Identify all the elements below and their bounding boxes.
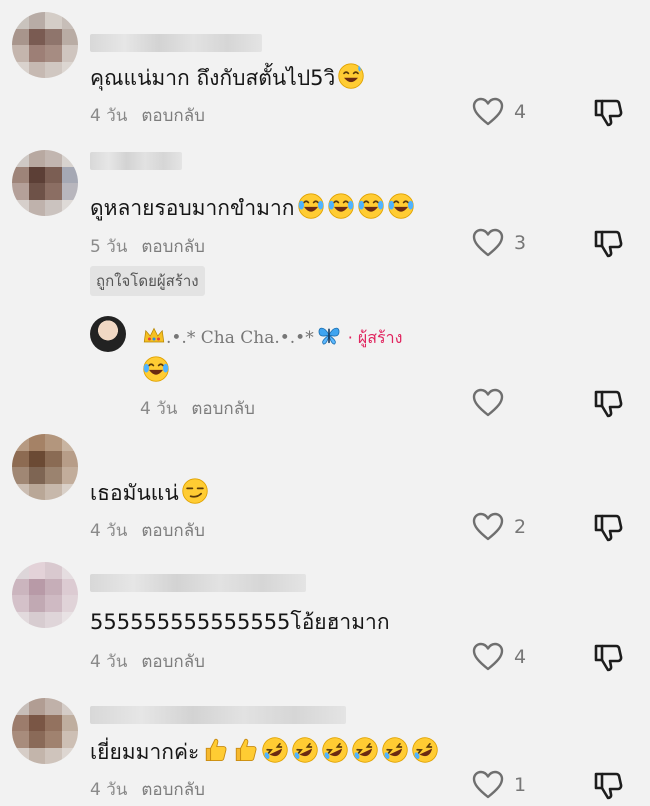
reply-button[interactable]: ตอบกลับ xyxy=(141,521,205,541)
thumbs-down-icon[interactable] xyxy=(592,769,624,801)
comment-meta: 4 วัน ตอบกลับ xyxy=(90,102,205,129)
comment-meta: 5 วัน ตอบกลับ xyxy=(90,233,205,260)
heart-icon[interactable] xyxy=(472,642,504,672)
like-button[interactable]: 1 xyxy=(472,770,526,800)
creator-reply-text xyxy=(140,355,170,383)
like-count: 4 xyxy=(514,646,527,668)
username-redacted xyxy=(90,34,262,52)
crown-emoji-icon xyxy=(142,324,166,348)
username-redacted xyxy=(90,152,182,170)
joy-emoji-icon xyxy=(297,192,325,220)
creator-label: · ผู้สร้าง xyxy=(347,328,403,347)
comment-time: 4 วัน xyxy=(90,652,128,672)
thumbs-down-icon[interactable] xyxy=(592,641,624,673)
rofl-emoji-icon xyxy=(291,736,319,764)
sweat-smile-emoji-icon xyxy=(337,62,365,90)
dislike-button[interactable] xyxy=(592,387,624,423)
rofl-emoji-icon xyxy=(261,736,289,764)
reply-button[interactable]: ตอบกลับ xyxy=(141,237,205,257)
avatar[interactable] xyxy=(12,12,78,78)
rofl-emoji-icon xyxy=(411,736,439,764)
comment-time: 5 วัน xyxy=(90,237,128,257)
comment-time: 4 วัน xyxy=(90,521,128,541)
comment-meta: 4 วัน ตอบกลับ xyxy=(90,517,205,544)
like-count: 4 xyxy=(514,101,527,123)
avatar[interactable] xyxy=(12,434,78,500)
liked-by-creator-badge: ถูกใจโดยผู้สร้าง xyxy=(90,266,205,296)
reply-button[interactable]: ตอบกลับ xyxy=(141,652,205,672)
avatar[interactable] xyxy=(12,150,78,216)
comment-text: เยี่ยมมากค่ะ xyxy=(90,736,439,769)
dislike-button[interactable] xyxy=(592,227,624,263)
heart-icon[interactable] xyxy=(472,228,504,258)
thumbs-down-icon[interactable] xyxy=(592,511,624,543)
heart-icon[interactable] xyxy=(472,97,504,127)
like-button[interactable]: 2 xyxy=(472,512,526,542)
thumbs-up-emoji-icon xyxy=(201,736,229,764)
comment-time: 4 วัน xyxy=(140,399,178,419)
like-button[interactable]: 4 xyxy=(472,642,526,672)
like-count: 2 xyxy=(514,516,527,538)
comment-meta: 4 วัน ตอบกลับ xyxy=(90,648,205,675)
rofl-emoji-icon xyxy=(351,736,379,764)
rofl-emoji-icon xyxy=(381,736,409,764)
comment-text: ดูหลายรอบมากขำมาก xyxy=(90,192,415,225)
creator-reply-meta: 4 วัน ตอบกลับ xyxy=(140,395,255,422)
creator-name[interactable]: .•.* Cha Cha.•.•* · ผู้สร้าง xyxy=(140,322,402,351)
avatar[interactable] xyxy=(12,562,78,628)
dislike-button[interactable] xyxy=(592,96,624,132)
like-button[interactable]: 4 xyxy=(472,97,526,127)
dislike-button[interactable] xyxy=(592,511,624,547)
heart-icon[interactable] xyxy=(472,388,504,418)
dislike-button[interactable] xyxy=(592,769,624,805)
creator-avatar[interactable] xyxy=(90,316,126,352)
reply-button[interactable]: ตอบกลับ xyxy=(191,399,255,419)
smirk-emoji-icon xyxy=(181,477,209,505)
butterfly-emoji-icon xyxy=(316,322,342,348)
like-button[interactable]: 3 xyxy=(472,228,526,258)
like-count: 3 xyxy=(514,232,527,254)
joy-emoji-icon xyxy=(357,192,385,220)
reply-button[interactable]: ตอบกลับ xyxy=(141,780,205,800)
rofl-emoji-icon xyxy=(321,736,349,764)
username-redacted xyxy=(90,574,306,592)
thumbs-down-icon[interactable] xyxy=(592,387,624,419)
comment-time: 4 วัน xyxy=(90,780,128,800)
joy-emoji-icon xyxy=(142,355,170,383)
comment-text: คุณแน่มาก ถึงกับสตั้นไป5วิ xyxy=(90,62,365,95)
heart-icon[interactable] xyxy=(472,770,504,800)
like-count: 1 xyxy=(514,774,527,796)
thumbs-up-emoji-icon xyxy=(231,736,259,764)
heart-icon[interactable] xyxy=(472,512,504,542)
like-button[interactable] xyxy=(472,388,504,418)
comment-meta: 4 วัน ตอบกลับ xyxy=(90,776,205,803)
thumbs-down-icon[interactable] xyxy=(592,96,624,128)
reply-button[interactable]: ตอบกลับ xyxy=(141,106,205,126)
dislike-button[interactable] xyxy=(592,641,624,677)
joy-emoji-icon xyxy=(387,192,415,220)
avatar[interactable] xyxy=(12,698,78,764)
username-redacted xyxy=(90,706,346,724)
thumbs-down-icon[interactable] xyxy=(592,227,624,259)
comment-time: 4 วัน xyxy=(90,106,128,126)
joy-emoji-icon xyxy=(327,192,355,220)
comment-text: เธอมันแน่ xyxy=(90,477,209,510)
comment-text: 555555555555555โอ้ยฮามาก xyxy=(90,610,390,634)
